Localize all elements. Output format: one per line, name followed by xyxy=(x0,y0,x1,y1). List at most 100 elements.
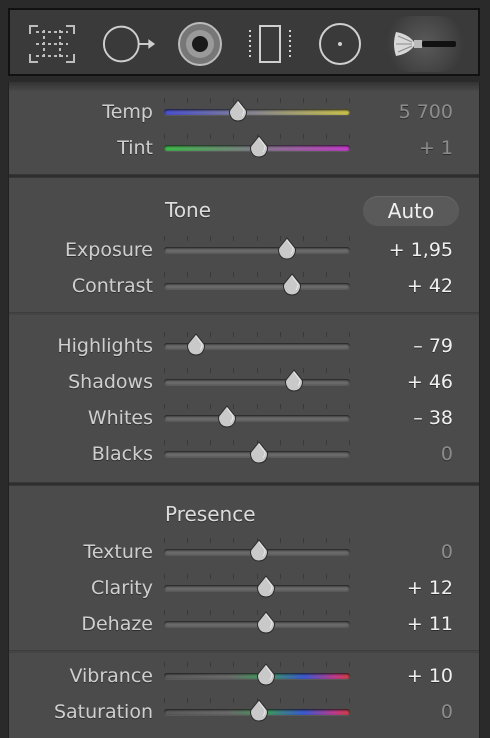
saturation-label: Saturation xyxy=(53,701,153,723)
vibrance-label: Vibrance xyxy=(69,665,153,687)
temp-slider-track[interactable] xyxy=(164,109,350,115)
tool-strip xyxy=(8,8,480,76)
slider-tick xyxy=(325,368,327,373)
slider-tick xyxy=(210,698,212,703)
texture-value[interactable]: 0 xyxy=(441,541,453,563)
slider-tick xyxy=(325,574,327,579)
vibrance-slider-thumb[interactable] xyxy=(256,663,276,687)
shadows-slider-thumb[interactable] xyxy=(284,369,304,393)
shadows-slider-track[interactable] xyxy=(164,379,350,385)
slider-tick xyxy=(325,272,327,277)
slider-tick xyxy=(187,368,189,373)
texture-label: Texture xyxy=(83,541,153,563)
vibrance-value[interactable]: + 10 xyxy=(407,665,453,687)
exposure-slider-thumb[interactable] xyxy=(277,237,297,261)
slider-tick xyxy=(279,698,281,703)
dehaze-value[interactable]: + 11 xyxy=(407,613,453,635)
shadows-label: Shadows xyxy=(68,371,153,393)
slider-tick xyxy=(325,662,327,667)
slider-tick xyxy=(164,698,165,703)
slider-tick xyxy=(325,98,327,103)
red-eye-tool[interactable] xyxy=(172,16,228,72)
divider xyxy=(9,650,479,653)
slider-tick xyxy=(279,610,281,615)
tint-label: Tint xyxy=(117,137,153,159)
slider-tick xyxy=(233,662,235,667)
temp-slider-thumb[interactable] xyxy=(228,99,248,123)
whites-ticks xyxy=(164,404,350,412)
slider-tick xyxy=(302,404,304,409)
slider-tick xyxy=(325,440,327,445)
auto-tone-button[interactable]: Auto xyxy=(363,196,459,226)
slider-tick xyxy=(349,134,350,139)
blacks-value[interactable]: 0 xyxy=(441,443,453,465)
slider-tick xyxy=(302,610,304,615)
crop-overlay-tool[interactable] xyxy=(24,16,80,72)
slider-tick xyxy=(325,538,327,543)
dehaze-slider-thumb[interactable] xyxy=(256,611,276,635)
temp-label: Temp xyxy=(102,101,153,123)
slider-tick xyxy=(164,272,165,277)
whites-slider-thumb[interactable] xyxy=(217,405,237,429)
whites-value[interactable]: – 38 xyxy=(413,407,453,429)
shadows-value[interactable]: + 46 xyxy=(407,371,453,393)
slider-tick xyxy=(164,574,165,579)
whites-slider-track[interactable] xyxy=(164,415,350,421)
slider-tick xyxy=(187,662,189,667)
slider-tick xyxy=(164,368,165,373)
contrast-slider-thumb[interactable] xyxy=(282,273,302,297)
graduated-filter-tool[interactable] xyxy=(242,16,298,72)
presence-title: Presence xyxy=(165,502,256,526)
panel-top-edge xyxy=(9,82,479,92)
contrast-slider-track[interactable] xyxy=(164,283,350,289)
slider-tick xyxy=(279,662,281,667)
slider-tick xyxy=(349,404,350,409)
slider-tick xyxy=(349,662,350,667)
slider-tick xyxy=(233,236,235,241)
highlights-value[interactable]: – 79 xyxy=(413,335,453,357)
slider-tick xyxy=(349,236,350,241)
divider xyxy=(9,312,479,315)
slider-tick xyxy=(233,538,235,543)
contrast-ticks xyxy=(164,272,350,280)
slider-tick xyxy=(164,538,165,543)
saturation-value[interactable]: 0 xyxy=(441,701,453,723)
clarity-slider-thumb[interactable] xyxy=(256,575,276,599)
temp-value[interactable]: 5 700 xyxy=(399,101,453,123)
slider-tick xyxy=(187,610,189,615)
contrast-label: Contrast xyxy=(71,275,153,297)
tint-slider-thumb[interactable] xyxy=(249,135,269,159)
tint-value[interactable]: + 1 xyxy=(419,137,453,159)
clarity-row: Clarity + 12 xyxy=(9,573,481,603)
adjustment-brush-tool[interactable] xyxy=(382,16,468,72)
highlights-slider-thumb[interactable] xyxy=(186,333,206,357)
adjustment-brush-icon xyxy=(394,32,456,56)
slider-tick xyxy=(210,368,212,373)
clarity-value[interactable]: + 12 xyxy=(407,577,453,599)
spot-removal-tool[interactable] xyxy=(102,16,158,72)
contrast-value[interactable]: + 42 xyxy=(407,275,453,297)
radial-filter-tool[interactable] xyxy=(312,16,368,72)
slider-tick xyxy=(325,610,327,615)
slider-tick xyxy=(325,236,327,241)
slider-tick xyxy=(256,332,258,337)
slider-tick xyxy=(302,134,304,139)
tint-row: Tint + 1 xyxy=(9,133,481,163)
red-eye-icon xyxy=(178,22,222,66)
exposure-ticks xyxy=(164,236,350,244)
slider-tick xyxy=(302,332,304,337)
dehaze-row: Dehaze + 11 xyxy=(9,609,481,639)
texture-slider-thumb[interactable] xyxy=(249,539,269,563)
slider-tick xyxy=(302,698,304,703)
slider-tick xyxy=(233,574,235,579)
slider-tick xyxy=(302,236,304,241)
exposure-row: Exposure + 1,95 xyxy=(9,235,481,265)
slider-tick xyxy=(210,610,212,615)
exposure-value[interactable]: + 1,95 xyxy=(389,239,453,261)
saturation-slider-thumb[interactable] xyxy=(249,699,269,723)
exposure-slider-track[interactable] xyxy=(164,247,350,253)
blacks-slider-thumb[interactable] xyxy=(249,441,269,465)
slider-tick xyxy=(325,404,327,409)
slider-tick xyxy=(210,662,212,667)
slider-tick xyxy=(325,698,327,703)
